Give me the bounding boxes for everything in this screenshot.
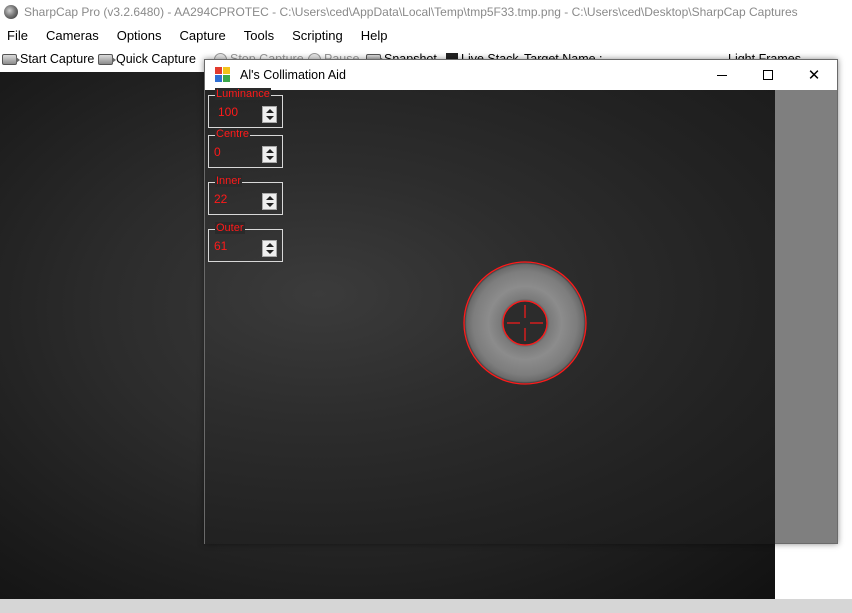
menu-help[interactable]: Help (361, 28, 388, 43)
outer-label: Outer (215, 222, 245, 234)
inner-control: Inner 22 (208, 175, 283, 215)
spinner-down-icon[interactable] (266, 250, 274, 254)
centre-spinner[interactable] (262, 146, 277, 163)
minimize-icon (717, 74, 727, 76)
dialog-titlebar[interactable]: Al's Collimation Aid ✕ (205, 60, 837, 90)
dialog-title: Al's Collimation Aid (240, 68, 346, 82)
spinner-down-icon[interactable] (266, 156, 274, 160)
sharpcap-window: SharpCap Pro (v3.2.6480) - AA294CPROTEC … (0, 0, 852, 613)
menu-capture[interactable]: Capture (180, 28, 226, 43)
outer-control: Outer 61 (208, 222, 283, 262)
luminance-spinner[interactable] (262, 106, 277, 123)
menu-options[interactable]: Options (117, 28, 162, 43)
inner-label: Inner (215, 175, 243, 187)
start-capture-button[interactable]: Start Capture (2, 50, 94, 68)
spinner-up-icon[interactable] (266, 196, 274, 200)
maximize-button[interactable] (745, 60, 791, 90)
spinner-up-icon[interactable] (266, 149, 274, 153)
app-titlebar: SharpCap Pro (v3.2.6480) - AA294CPROTEC … (0, 0, 852, 24)
quick-capture-button[interactable]: Quick Capture (98, 50, 196, 68)
menu-tools[interactable]: Tools (244, 28, 274, 43)
menu-bar: File Cameras Options Capture Tools Scrip… (0, 24, 852, 46)
star-defocus-image (463, 261, 587, 385)
close-icon: ✕ (807, 67, 821, 84)
menu-cameras[interactable]: Cameras (46, 28, 99, 43)
spinner-down-icon[interactable] (266, 203, 274, 207)
collimation-image: Luminance 100 Centre 0 Inner 22 Outer 61 (205, 88, 775, 544)
luminance-label: Luminance (215, 88, 271, 100)
collimation-aid-dialog: Al's Collimation Aid ✕ Luminance 100 Cen… (204, 59, 838, 544)
sharpcap-logo-icon (4, 5, 18, 19)
luminance-control: Luminance 100 (208, 88, 283, 128)
centre-input[interactable]: 0 (214, 145, 221, 159)
spinner-up-icon[interactable] (266, 243, 274, 247)
video-camera-icon (98, 53, 116, 65)
spinner-up-icon[interactable] (266, 109, 274, 113)
quick-capture-label: Quick Capture (116, 52, 196, 66)
maximize-icon (763, 70, 773, 80)
close-button[interactable]: ✕ (791, 60, 837, 90)
inner-spinner[interactable] (262, 193, 277, 210)
start-capture-label: Start Capture (20, 52, 95, 66)
centre-control: Centre 0 (208, 128, 283, 168)
luminance-input[interactable]: 100 (218, 105, 238, 119)
spinner-down-icon[interactable] (266, 116, 274, 120)
app-title: SharpCap Pro (v3.2.6480) - AA294CPROTEC … (24, 5, 798, 19)
centre-label: Centre (215, 128, 251, 140)
video-camera-icon (2, 53, 20, 65)
outer-spinner[interactable] (262, 240, 277, 257)
status-bar (0, 599, 852, 613)
dialog-app-icon (215, 67, 231, 83)
menu-scripting[interactable]: Scripting (292, 28, 343, 43)
inner-input[interactable]: 22 (214, 192, 227, 206)
menu-file[interactable]: File (7, 28, 28, 43)
outer-input[interactable]: 61 (214, 239, 227, 253)
minimize-button[interactable] (699, 60, 745, 90)
